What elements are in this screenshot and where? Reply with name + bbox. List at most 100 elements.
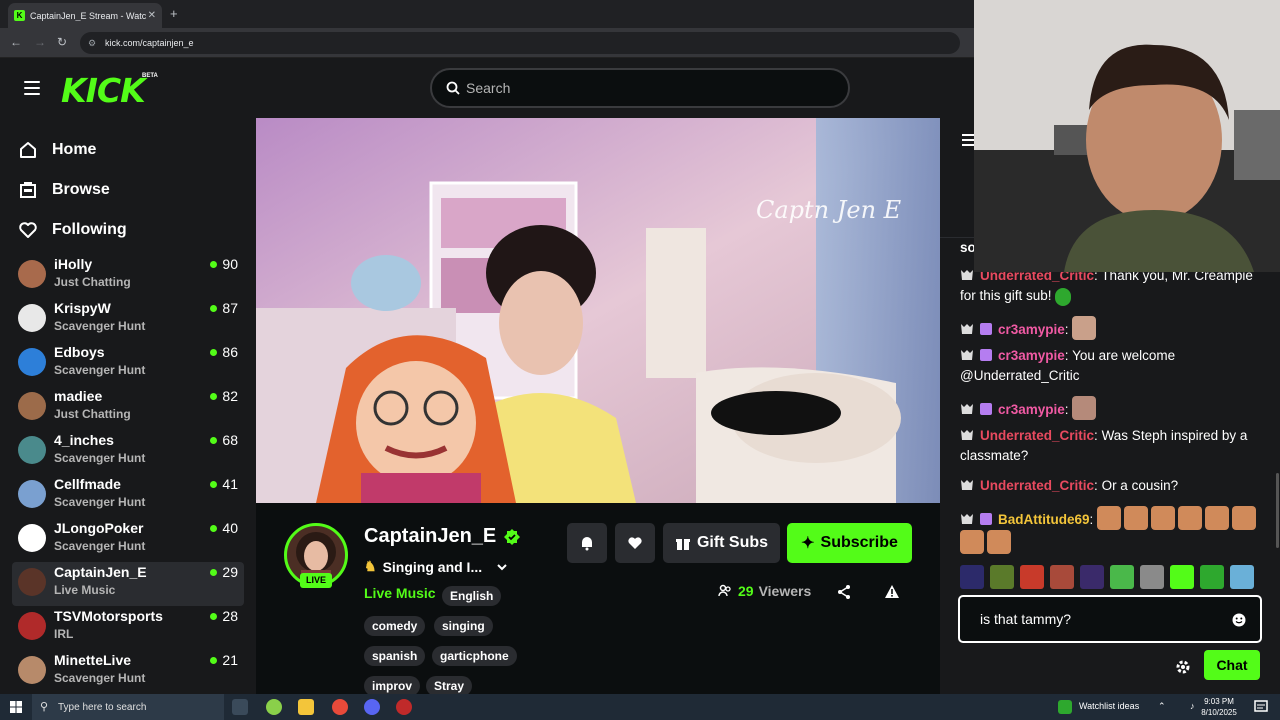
channel-avatar (18, 480, 46, 508)
sidebar-channel-4_inches[interactable]: 4_inches Scavenger Hunt 68 (12, 430, 244, 474)
nav-browse[interactable]: Browse (18, 178, 110, 202)
taskbar-app-icon[interactable] (266, 699, 282, 715)
channel-category: Scavenger Hunt (54, 539, 146, 553)
sidebar-channel-iholly[interactable]: iHolly Just Chatting 90 (12, 254, 244, 298)
channel-viewer-count: 40 (210, 520, 238, 536)
url-field[interactable]: ⚙ kick.com/captainjen_e (80, 32, 960, 54)
watchlist-notification-icon[interactable] (1058, 700, 1072, 714)
new-tab-icon[interactable]: + (170, 6, 178, 21)
chat-settings-gear-icon[interactable] (1174, 658, 1192, 676)
chat-emote-icon (1072, 316, 1097, 340)
share-icon[interactable] (836, 584, 852, 600)
tray-chevron-icon[interactable]: ⌃ (1158, 701, 1166, 712)
chat-username[interactable]: cr3amypie (998, 348, 1065, 363)
search-input[interactable]: Search (430, 68, 850, 108)
channel-avatar (18, 304, 46, 332)
tag-stray[interactable]: Stray (426, 676, 473, 696)
moderator-badge-icon (961, 480, 973, 490)
sidebar-channel-minettelive[interactable]: MinetteLive Scavenger Hunt 21 (12, 650, 244, 694)
subscribe-label: Subscribe (820, 534, 898, 551)
chat-username[interactable]: cr3amypie (998, 402, 1065, 417)
channel-name[interactable]: CaptainJen_E (364, 525, 521, 548)
follow-button[interactable] (615, 523, 655, 563)
emote-red-icon[interactable] (1020, 565, 1044, 589)
task-view-icon[interactable] (232, 699, 248, 715)
url-text: kick.com/captainjen_e (105, 38, 194, 48)
chat-input[interactable]: is that tammy? (958, 595, 1262, 643)
tag-comedy[interactable]: comedy (364, 616, 426, 636)
browser-tab[interactable]: K CaptainJen_E Stream - Watc ✕ (8, 3, 162, 28)
beta-badge: BETA (142, 73, 158, 79)
channel-category: Just Chatting (54, 275, 131, 289)
chat-message: BadAttitude69: (960, 506, 1260, 554)
stream-category[interactable]: Live Music (364, 585, 436, 601)
report-warning-icon[interactable] (884, 584, 900, 600)
system-clock[interactable]: 9:03 PM 8/10/2025 (1194, 696, 1244, 718)
chat-username[interactable]: Underrated_Critic (980, 478, 1094, 493)
chat-emote-icon (1097, 506, 1122, 530)
live-badge: LIVE (300, 573, 332, 588)
tag-singing[interactable]: singing (434, 616, 493, 636)
chat-username[interactable]: BadAttitude69 (998, 512, 1090, 527)
video-player[interactable]: Captn Jen E (256, 118, 940, 503)
sidebar-channel-edboys[interactable]: Edboys Scavenger Hunt 86 (12, 342, 244, 386)
sidebar-channel-krispyw[interactable]: KrispyW Scavenger Hunt 87 (12, 298, 244, 342)
discord-icon[interactable] (364, 699, 380, 715)
sidebar-channel-madiee[interactable]: madiee Just Chatting 82 (12, 386, 244, 430)
tag-english[interactable]: English (442, 586, 502, 606)
nav-home[interactable]: Home (18, 138, 96, 162)
channel-avatar (18, 348, 46, 376)
emote-kick-icon[interactable] (1170, 565, 1194, 589)
kick-logo[interactable]: KICK (61, 71, 146, 110)
chat-send-button[interactable]: Chat (1204, 650, 1260, 680)
sidebar-channel-tsvmotorsports[interactable]: TSVMotorsports IRL 28 (12, 606, 244, 650)
subscribe-button[interactable]: ✦ Subscribe (787, 523, 912, 563)
site-info-icon[interactable]: ⚙ (88, 32, 96, 54)
tag-improv[interactable]: improv (364, 676, 421, 696)
live-dot-icon (210, 348, 218, 356)
emote-face-icon[interactable] (1050, 565, 1074, 589)
file-explorer-icon[interactable] (298, 699, 314, 715)
emote-blue-icon[interactable] (1230, 565, 1254, 589)
sidebar-channel-cellfmade[interactable]: Cellfmade Scavenger Hunt 41 (12, 474, 244, 518)
forward-icon[interactable]: → (34, 35, 46, 49)
moderator-badge-icon (961, 514, 973, 524)
menu-icon[interactable] (24, 81, 40, 95)
chrome-icon[interactable] (332, 699, 348, 715)
channel-avatar (18, 568, 46, 596)
sparkle-icon: ✦ (801, 535, 815, 552)
taskbar-search[interactable]: ⚲ Type here to search (32, 694, 224, 720)
channel-avatar (18, 656, 46, 684)
channel-name: iHolly (54, 256, 93, 272)
emote-galaxy-icon[interactable] (960, 565, 984, 589)
emote-grey-icon[interactable] (1140, 565, 1164, 589)
chat-username[interactable]: cr3amypie (998, 322, 1065, 337)
close-tab-icon[interactable]: ✕ (148, 10, 156, 21)
emote-frog-icon[interactable] (990, 565, 1014, 589)
chat-emote-icon (1151, 506, 1176, 530)
back-icon[interactable]: ← (10, 35, 22, 49)
reload-icon[interactable]: ↻ (57, 35, 67, 49)
sidebar-channel-jlongopoker[interactable]: JLongoPoker Scavenger Hunt 40 (12, 518, 244, 562)
chevron-down-icon[interactable] (496, 561, 508, 573)
emoji-picker-icon[interactable] (1232, 613, 1246, 627)
sidebar-channel-captainjen_e[interactable]: CaptainJen_E Live Music 29 (12, 562, 244, 606)
tag-spanish[interactable]: spanish (364, 646, 426, 666)
notification-bell-button[interactable] (567, 523, 607, 563)
emote-alien-icon[interactable] (1110, 565, 1134, 589)
channel-name: MinetteLive (54, 652, 132, 668)
notification-center-icon[interactable] (1254, 700, 1268, 714)
chat-colon: : (1064, 402, 1073, 417)
windows-start-icon[interactable] (10, 701, 22, 713)
gift-subs-button[interactable]: Gift Subs (663, 523, 780, 563)
emote-purple-icon[interactable] (1080, 565, 1104, 589)
obs-icon[interactable] (396, 699, 412, 715)
emote-green-icon[interactable] (1200, 565, 1224, 589)
channel-name: CaptainJen_E (54, 564, 147, 580)
tag-garticphone[interactable]: garticphone (432, 646, 517, 666)
watchlist-notification-text[interactable]: Watchlist ideas (1079, 701, 1139, 711)
search-icon (446, 81, 460, 95)
chat-scrollbar[interactable] (1276, 473, 1279, 548)
nav-following[interactable]: Following (18, 218, 127, 242)
chat-username[interactable]: Underrated_Critic (980, 428, 1094, 443)
